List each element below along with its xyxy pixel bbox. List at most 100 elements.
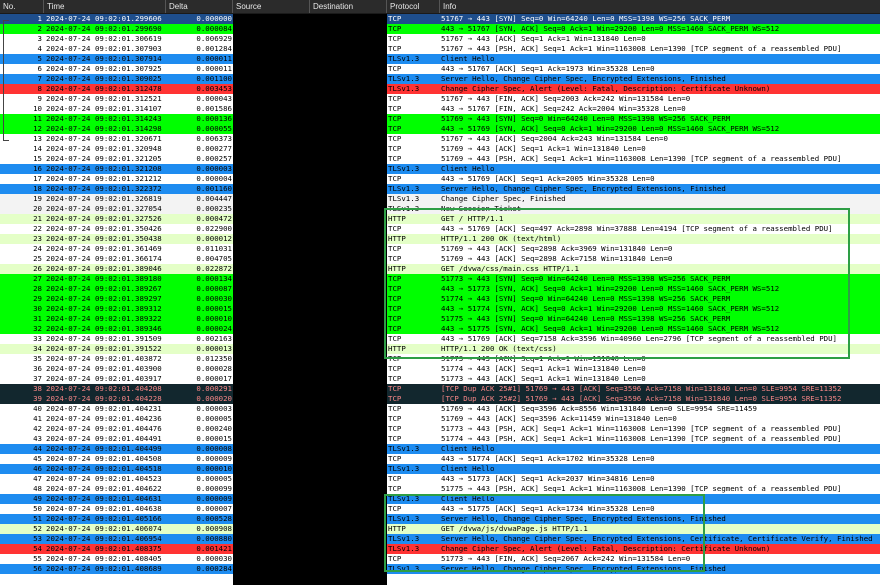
- packet-time: 2024-07-24 09:02:01.404491: [46, 434, 162, 443]
- packet-info: Client Hello: [441, 444, 495, 453]
- packet-delta: 0.000284: [196, 564, 232, 573]
- packet-proto: TCP: [388, 14, 402, 23]
- packet-time: 2024-07-24 09:02:01.404208: [46, 384, 162, 393]
- packet-time: 2024-07-24 09:02:01.307914: [46, 54, 162, 63]
- packet-delta: 0.001284: [196, 44, 232, 53]
- packet-row[interactable]: 45 2024-07-24 09:02:01.404508 0.000009 TCP 4…: [0, 454, 880, 464]
- packet-row[interactable]: 6 2024-07-24 09:02:01.307925 0.000011 TCP 44…: [0, 64, 880, 74]
- packet-no: 35: [33, 354, 42, 363]
- packet-delta: 0.004705: [196, 254, 232, 263]
- packet-no: 10: [33, 104, 42, 113]
- packet-row[interactable]: 48 2024-07-24 09:02:01.404622 0.000099 TCP 5…: [0, 484, 880, 494]
- packet-row[interactable]: 14 2024-07-24 09:02:01.320948 0.000277 TCP 5…: [0, 144, 880, 154]
- packet-delta: 0.000007: [196, 504, 232, 513]
- packet-no: 13: [33, 134, 42, 143]
- packet-time: 2024-07-24 09:02:01.408405: [46, 554, 162, 563]
- packet-no: 14: [33, 144, 42, 153]
- packet-proto: TCP: [388, 434, 402, 443]
- packet-row[interactable]: 17 2024-07-24 09:02:01.321212 0.000004 TCP 4…: [0, 174, 880, 184]
- packet-row[interactable]: 39 2024-07-24 09:02:01.404228 0.000020 TCP […: [0, 394, 880, 404]
- packet-time: 2024-07-24 09:02:01.404236: [46, 414, 162, 423]
- packet-no: 2: [37, 24, 42, 33]
- packet-time: 2024-07-24 09:02:01.361469: [46, 244, 162, 253]
- packet-delta: 0.000005: [196, 474, 232, 483]
- packet-row[interactable]: 43 2024-07-24 09:02:01.404491 0.000015 TCP 5…: [0, 434, 880, 444]
- packet-info: Client Hello: [441, 54, 495, 63]
- packet-row[interactable]: 8 2024-07-24 09:02:01.312478 0.003453 TLSv1…: [0, 84, 880, 94]
- packet-row[interactable]: 2 2024-07-24 09:02:01.299690 0.000084 TCP 44…: [0, 24, 880, 34]
- packet-row[interactable]: 16 2024-07-24 09:02:01.321208 0.000003 TLSv…: [0, 164, 880, 174]
- column-header-source[interactable]: Source: [233, 0, 310, 13]
- column-header-info[interactable]: Info: [440, 0, 880, 13]
- packet-row[interactable]: 36 2024-07-24 09:02:01.403900 0.000028 TCP 5…: [0, 364, 880, 374]
- packet-row[interactable]: 13 2024-07-24 09:02:01.320671 0.006373 TCP 5…: [0, 134, 880, 144]
- packet-row[interactable]: 7 2024-07-24 09:02:01.309025 0.001100 TLSv1…: [0, 74, 880, 84]
- column-header-time[interactable]: Time: [44, 0, 166, 13]
- packet-delta: 0.004447: [196, 194, 232, 203]
- packet-delta: 0.000291: [196, 384, 232, 393]
- packet-no: 56: [33, 564, 42, 573]
- packet-no: 7: [37, 74, 42, 83]
- packet-row[interactable]: 38 2024-07-24 09:02:01.404208 0.000291 TCP […: [0, 384, 880, 394]
- conversation-tree-tick-end: [3, 140, 9, 141]
- packet-info: 51769 → 443 [PSH, ACK] Seq=1 Ack=1 Win=1…: [441, 154, 842, 163]
- packet-row[interactable]: 5 2024-07-24 09:02:01.307914 0.000011 TLSv1…: [0, 54, 880, 64]
- packet-time: 2024-07-24 09:02:01.389346: [46, 324, 162, 333]
- packet-proto: TCP: [388, 174, 402, 183]
- packet-time: 2024-07-24 09:02:01.389046: [46, 264, 162, 273]
- packet-delta: 0.000528: [196, 514, 232, 523]
- packet-row[interactable]: 9 2024-07-24 09:02:01.312521 0.000043 TCP 51…: [0, 94, 880, 104]
- packet-delta: 0.000024: [196, 324, 232, 333]
- packet-row[interactable]: 19 2024-07-24 09:02:01.326819 0.004447 TLSv…: [0, 194, 880, 204]
- packet-time: 2024-07-24 09:02:01.307925: [46, 64, 162, 73]
- packet-no: 41: [33, 414, 42, 423]
- packet-time: 2024-07-24 09:02:01.403900: [46, 364, 162, 373]
- packet-time: 2024-07-24 09:02:01.350438: [46, 234, 162, 243]
- packet-row[interactable]: 37 2024-07-24 09:02:01.403917 0.000017 TCP 5…: [0, 374, 880, 384]
- packet-delta: 0.000010: [196, 314, 232, 323]
- column-header-no[interactable]: No.: [0, 0, 44, 13]
- column-header-destination[interactable]: Destination: [310, 0, 387, 13]
- packet-row[interactable]: 46 2024-07-24 09:02:01.404518 0.000010 TLSv…: [0, 464, 880, 474]
- packet-row[interactable]: 47 2024-07-24 09:02:01.404523 0.000005 TCP 4…: [0, 474, 880, 484]
- packet-delta: 0.000472: [196, 214, 232, 223]
- packet-no: 47: [33, 474, 42, 483]
- packet-no: 46: [33, 464, 42, 473]
- packet-row[interactable]: 4 2024-07-24 09:02:01.307903 0.001284 TCP 51…: [0, 44, 880, 54]
- packet-row[interactable]: 11 2024-07-24 09:02:01.314243 0.000136 TCP 5…: [0, 114, 880, 124]
- packet-proto: TLSv1.3: [388, 184, 420, 193]
- column-header-delta[interactable]: Delta: [166, 0, 233, 13]
- packet-row[interactable]: 41 2024-07-24 09:02:01.404236 0.000005 TCP 5…: [0, 414, 880, 424]
- packet-delta: 0.000880: [196, 534, 232, 543]
- packet-proto: TCP: [388, 384, 402, 393]
- packet-row[interactable]: 18 2024-07-24 09:02:01.322372 0.001160 TLSv…: [0, 184, 880, 194]
- conversation-tree-line: [3, 20, 4, 140]
- packet-row[interactable]: 40 2024-07-24 09:02:01.404231 0.000003 TCP 5…: [0, 404, 880, 414]
- packet-row[interactable]: 44 2024-07-24 09:02:01.404499 0.000008 TLSv…: [0, 444, 880, 454]
- packet-row[interactable]: 12 2024-07-24 09:02:01.314298 0.000055 TCP 4…: [0, 124, 880, 134]
- packet-row[interactable]: 10 2024-07-24 09:02:01.314107 0.001586 TCP 4…: [0, 104, 880, 114]
- packet-time: 2024-07-24 09:02:01.404622: [46, 484, 162, 493]
- packet-no: 22: [33, 224, 42, 233]
- packet-info: 51773 → 443 [PSH, ACK] Seq=1 Ack=1 Win=1…: [441, 424, 842, 433]
- packet-no: 50: [33, 504, 42, 513]
- packet-no: 8: [37, 84, 42, 93]
- packet-no: 18: [33, 184, 42, 193]
- packet-time: 2024-07-24 09:02:01.404631: [46, 494, 162, 503]
- packet-delta: 0.000003: [196, 164, 232, 173]
- packet-delta: 0.000043: [196, 94, 232, 103]
- packet-time: 2024-07-24 09:02:01.404228: [46, 394, 162, 403]
- packet-info: 51767 → 443 [ACK] Seq=2004 Ack=243 Win=1…: [441, 134, 668, 143]
- packet-row[interactable]: 1 2024-07-24 09:02:01.299606 0.000000 TCP 51…: [0, 14, 880, 24]
- packet-no: 49: [33, 494, 42, 503]
- packet-delta: 0.000908: [196, 524, 232, 533]
- packet-row[interactable]: 42 2024-07-24 09:02:01.404476 0.000240 TCP 5…: [0, 424, 880, 434]
- packet-info: Client Hello: [441, 464, 495, 473]
- column-header-protocol[interactable]: Protocol: [387, 0, 440, 13]
- packet-time: 2024-07-24 09:02:01.408375: [46, 544, 162, 553]
- packet-no: 29: [33, 294, 42, 303]
- packet-row[interactable]: 15 2024-07-24 09:02:01.321205 0.000257 TCP 5…: [0, 154, 880, 164]
- packet-proto: TLSv1.3: [388, 444, 420, 453]
- packet-row[interactable]: 3 2024-07-24 09:02:01.306619 0.006929 TCP 51…: [0, 34, 880, 44]
- packet-time: 2024-07-24 09:02:01.391522: [46, 344, 162, 353]
